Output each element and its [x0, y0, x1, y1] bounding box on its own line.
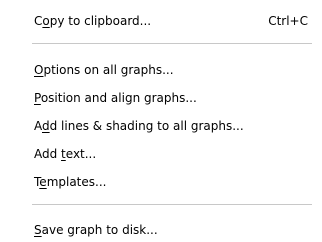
menu-item-options-on-all-graphs[interactable]: Options on all graphs...	[34, 59, 312, 81]
menu-separator	[32, 43, 312, 44]
menu-item-label: Position and align graphs...	[34, 91, 197, 105]
menu-item-copy-to-clipboard[interactable]: Copy to clipboard... Ctrl+C	[34, 10, 312, 32]
menu-item-label: Add text...	[34, 147, 97, 161]
shortcut-label: Ctrl+C	[268, 14, 308, 28]
menu-item-label: Add lines & shading to all graphs...	[34, 119, 244, 133]
menu-item-position-and-align-graphs[interactable]: Position and align graphs...	[34, 87, 312, 109]
menu-item-save-graph-to-disk[interactable]: Save graph to disk...	[34, 219, 312, 241]
menu-item-add-text[interactable]: Add text...	[34, 143, 312, 165]
menu-item-label: Templates...	[34, 175, 107, 189]
context-menu: Copy to clipboard... Ctrl+C Options on a…	[0, 0, 322, 242]
menu-item-label: Copy to clipboard...	[34, 14, 152, 28]
menu-item-label: Save graph to disk...	[34, 223, 158, 237]
menu-item-label: Options on all graphs...	[34, 63, 174, 77]
menu-item-templates[interactable]: Templates...	[34, 171, 312, 193]
menu-separator	[32, 204, 312, 205]
menu-item-add-lines-shading[interactable]: Add lines & shading to all graphs...	[34, 115, 312, 137]
